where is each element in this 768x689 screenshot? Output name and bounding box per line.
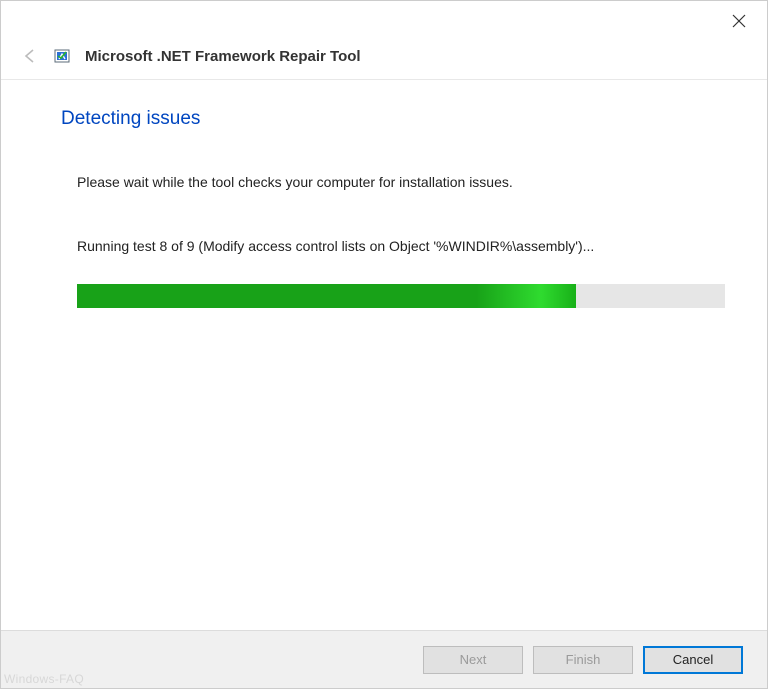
progress-fill [77,284,576,308]
page-heading: Detecting issues [61,108,707,130]
instruction-text: Please wait while the tool checks your c… [77,174,707,190]
watermark: Windows-FAQ [4,672,84,686]
back-icon [21,48,39,64]
titlebar [1,1,767,41]
progress-bar [77,284,725,308]
status-text: Running test 8 of 9 (Modify access contr… [77,238,707,254]
button-bar: Next Finish Cancel [1,630,767,688]
window-title: Microsoft .NET Framework Repair Tool [85,48,361,65]
header-bar: Microsoft .NET Framework Repair Tool [1,41,767,80]
app-icon [53,47,71,65]
content-area: Detecting issues Please wait while the t… [1,80,767,308]
cancel-button[interactable]: Cancel [643,646,743,674]
next-button: Next [423,646,523,674]
finish-button: Finish [533,646,633,674]
close-icon[interactable] [729,11,749,31]
